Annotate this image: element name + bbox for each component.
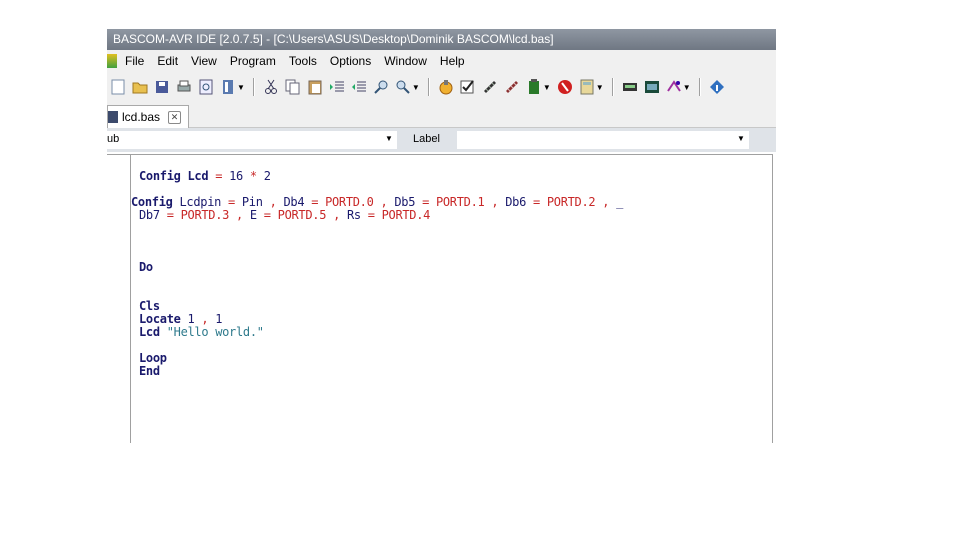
menu-help[interactable]: Help	[440, 54, 465, 68]
chevron-down-icon[interactable]: ▼	[543, 83, 551, 92]
cut-icon[interactable]	[263, 79, 279, 95]
terminal-icon[interactable]	[526, 79, 542, 95]
toolbar-separator	[427, 78, 430, 96]
unindent-icon[interactable]	[351, 79, 367, 95]
basic-file-icon	[108, 111, 118, 123]
toolbar-separator	[252, 78, 255, 96]
copy-icon[interactable]	[285, 79, 301, 95]
calculator-icon[interactable]	[579, 79, 595, 95]
code-line-config-lcdpin: Config Lcdpin = Pin , Db4 = PORTD.0 , Db…	[131, 195, 624, 209]
syntax-check-icon[interactable]	[460, 79, 476, 95]
window-title: BASCOM-AVR IDE [2.0.7.5] - [C:\Users\ASU…	[107, 29, 776, 50]
menu-window[interactable]: Window	[384, 54, 427, 68]
open-folder-icon[interactable]	[132, 79, 148, 95]
chevron-down-icon[interactable]: ▼	[683, 83, 691, 92]
code-line-cls: Cls	[139, 299, 160, 313]
chevron-down-icon[interactable]: ▼	[412, 83, 420, 92]
menu-file[interactable]: File	[125, 54, 144, 68]
close-icon[interactable]: ✕	[168, 110, 182, 124]
label-select[interactable]: ▼	[457, 131, 749, 149]
menu-tools[interactable]: Tools	[289, 54, 317, 68]
compile-icon[interactable]	[482, 79, 498, 95]
find-next-icon[interactable]	[395, 79, 411, 95]
menu-edit[interactable]: Edit	[157, 54, 178, 68]
find-icon[interactable]	[373, 79, 389, 95]
toolbar-separator	[698, 78, 701, 96]
code-line-config-lcd: Config Lcd = 16 * 2	[139, 169, 271, 183]
lcd-icon[interactable]	[644, 79, 660, 95]
label-caption: Label	[413, 133, 440, 145]
code-line-loop: Loop	[139, 351, 167, 365]
stop-icon[interactable]	[557, 79, 573, 95]
chip-program-icon[interactable]	[504, 79, 520, 95]
chevron-down-icon[interactable]: ▼	[596, 83, 604, 92]
chevron-down-icon[interactable]: ▼	[237, 83, 245, 92]
code-line-do: Do	[139, 260, 153, 274]
document-tab-bar: lcd.bas ✕	[107, 102, 776, 128]
menu-bar: File Edit View Program Tools Options Win…	[107, 50, 776, 72]
new-file-icon[interactable]	[110, 79, 126, 95]
toolbar-separator	[611, 78, 614, 96]
tab-lcd-bas[interactable]: lcd.bas ✕	[107, 105, 189, 128]
code-editor[interactable]: Config Lcd = 16 * 2 Config Lcdpin = Pin …	[107, 154, 773, 443]
code-line-end: End	[139, 364, 160, 378]
paste-icon[interactable]	[307, 79, 323, 95]
menu-program[interactable]: Program	[230, 54, 276, 68]
tab-label: lcd.bas	[122, 110, 161, 124]
menu-options[interactable]: Options	[330, 54, 371, 68]
config-icon[interactable]	[666, 79, 682, 95]
code-line-locate: Locate 1 , 1	[139, 312, 223, 326]
navigation-bar: ub ▼ Label ▼	[107, 128, 776, 152]
program-chip-icon[interactable]	[438, 79, 454, 95]
sub-select[interactable]: ub ▼	[107, 131, 397, 149]
sub-select-value: ub	[107, 133, 120, 145]
lcd-designer-icon[interactable]	[622, 79, 638, 95]
print-preview-icon[interactable]	[198, 79, 214, 95]
app-icon	[107, 54, 117, 68]
save-icon[interactable]	[154, 79, 170, 95]
code-line-continuation: Db7 = PORTD.3 , E = PORTD.5 , Rs = PORTD…	[139, 208, 431, 222]
print-icon[interactable]	[176, 79, 192, 95]
chevron-down-icon[interactable]: ▼	[737, 134, 745, 143]
menu-view[interactable]: View	[191, 54, 217, 68]
info-icon[interactable]	[709, 79, 725, 95]
chevron-down-icon[interactable]: ▼	[385, 134, 393, 143]
bookmark-icon[interactable]	[220, 79, 236, 95]
code-line-lcd: Lcd "Hello world."	[139, 325, 264, 339]
indent-icon[interactable]	[329, 79, 345, 95]
ide-window: BASCOM-AVR IDE [2.0.7.5] - [C:\Users\ASU…	[107, 29, 776, 443]
toolbar: ▼ ▼ ▼ ▼ ▼	[107, 72, 776, 102]
